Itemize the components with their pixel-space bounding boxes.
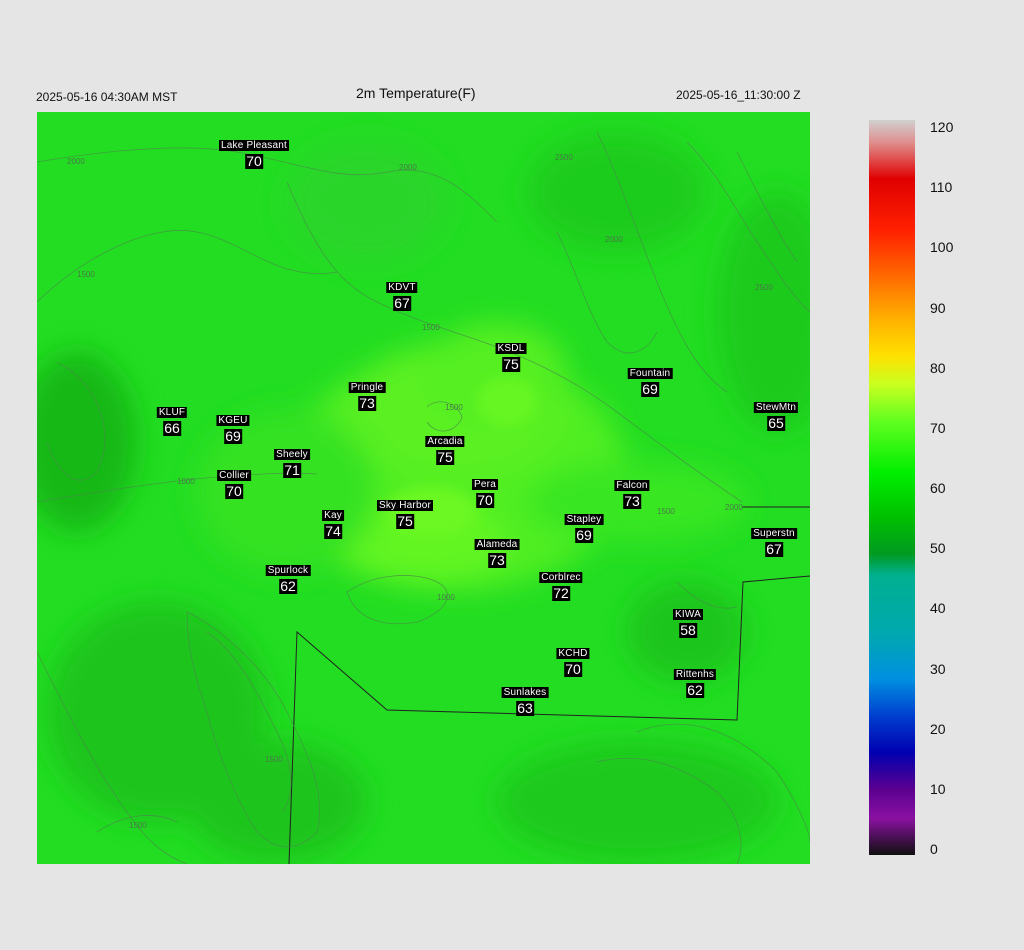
station-value: 73 [358,395,376,411]
station-value: 74 [324,523,342,539]
station-name: Falcon [614,480,650,491]
station-name: Pera [472,479,498,490]
colorbar-tick-label: 100 [930,239,954,256]
contour-label: 2000 [605,235,623,244]
colorbar-tick-label: 60 [930,480,946,496]
station-value: 65 [767,415,785,431]
contour-label: 2500 [755,283,773,292]
colorbar-tick-label: 50 [930,540,946,557]
station-name: Alameda [474,539,520,550]
station-value: 70 [476,492,494,508]
utc-time: 2025-05-16_11:30:00 Z [676,88,801,102]
station-value: 75 [436,449,454,465]
colorbar-tick-label: 0 [930,841,938,857]
colorbar [869,120,915,855]
contour-label: 2500 [555,153,573,162]
colorbar-tick-label: 10 [930,780,946,797]
colorbar-tick-label: 70 [930,419,946,436]
colorbar-tick-label: 40 [930,600,946,617]
map-title: 2m Temperature(F) [356,85,476,101]
station-value: 69 [641,381,659,397]
station-name: Corblrec [539,572,583,583]
station-name: Rittenhs [673,669,717,680]
colorbar-tick-label: 120 [930,119,954,135]
contour-label: 1000 [437,593,455,602]
contour-label: 2000 [399,163,417,172]
local-time: 2025-05-16 04:30AM MST [36,90,178,104]
station-name: Sky Harbor [376,500,434,511]
colorbar-tick-label: 30 [930,660,946,677]
colorbar-tick-label: 20 [930,720,946,737]
contour-label: 1500 [129,821,147,830]
station-name: Stapley [564,514,604,525]
station-name: KLUF [156,407,188,418]
station-name: Fountain [627,368,673,379]
station-name: Sheely [274,449,310,460]
station-value: 75 [502,356,520,372]
contour-label: 1000 [177,477,195,486]
contour-label: 2000 [67,157,85,166]
contour-label: 1500 [657,507,675,516]
station-name: KIWA [673,609,703,620]
station-value: 72 [552,585,570,601]
station-value: 63 [516,700,534,716]
station-name: KGEU [216,415,250,426]
station-value: 70 [564,661,582,677]
station-name: Arcadia [425,436,465,447]
station-value: 69 [575,527,593,543]
station-name: KDVT [386,282,418,293]
station-name: Pringle [348,382,386,393]
station-name: Superstn [751,528,797,539]
contour-label: 1500 [422,323,440,332]
station-name: Kay [322,510,344,521]
station-value: 67 [765,541,783,557]
station-value: 62 [279,578,297,594]
colorbar-tick-label: 90 [930,299,946,316]
station-value: 75 [396,513,414,529]
station-value: 73 [623,493,641,509]
station-name: Collier [217,470,251,481]
station-name: StewMtn [753,402,799,413]
station-value: 71 [283,462,301,478]
station-value: 70 [225,483,243,499]
contour-label: 1500 [445,403,463,412]
station-name: KCHD [556,648,590,659]
contour-label: 2000 [725,503,743,512]
colorbar-tick-label: 80 [930,359,946,376]
temperature-field: 2000 2000 1500 1500 1500 1500 1000 1000 … [37,112,810,864]
station-name: Sunlakes [501,687,549,698]
station-value: 70 [245,153,263,169]
temperature-map: 2000 2000 1500 1500 1500 1500 1000 1000 … [37,112,810,864]
station-name: KSDL [495,343,527,354]
station-name: Lake Pleasant [219,140,289,151]
colorbar-tick-label: 110 [930,179,953,196]
station-name: Spurlock [265,565,311,576]
station-value: 69 [224,428,242,444]
station-value: 58 [679,622,697,638]
station-value: 66 [163,420,181,436]
station-value: 73 [488,552,506,568]
station-value: 67 [393,295,411,311]
contour-label: 1500 [265,755,283,764]
station-value: 62 [686,682,704,698]
contour-label: 1500 [77,270,95,279]
